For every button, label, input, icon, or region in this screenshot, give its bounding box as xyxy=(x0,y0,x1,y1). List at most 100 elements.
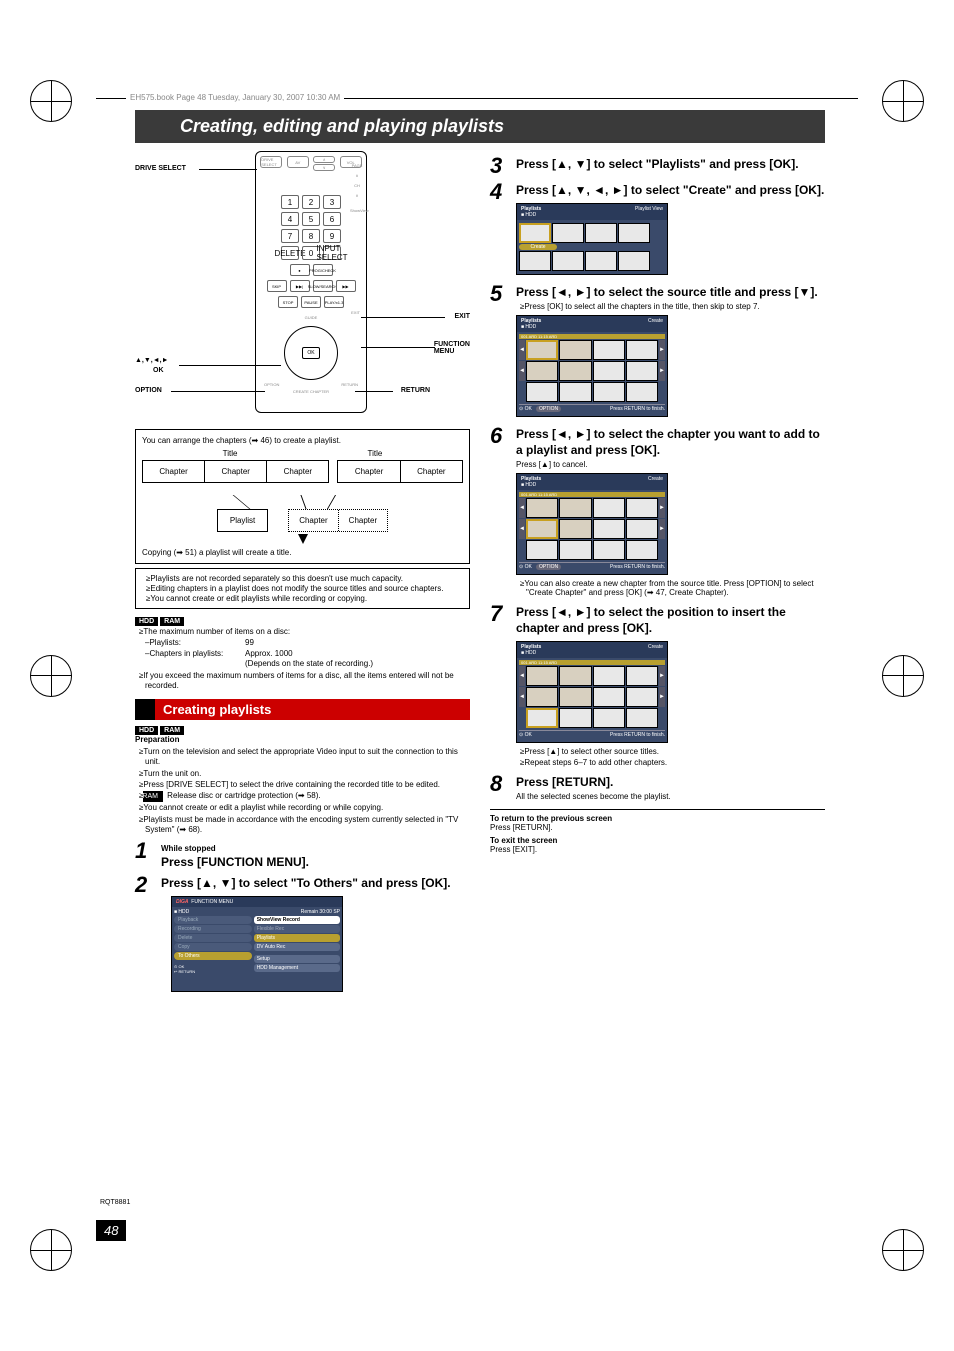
step6-heading: Press [◄, ►] to select the chapter you w… xyxy=(516,427,825,458)
step7-heading: Press [◄, ►] to select the position to i… xyxy=(516,605,825,636)
prep-heading: Preparation xyxy=(135,735,470,745)
playlist-view-screen: Playlists■ HDDPlaylist View Create xyxy=(516,203,668,275)
prep-item: ≥You cannot create or edit a playlist wh… xyxy=(135,803,470,813)
create-screen-3: Playlists■ HDDCreate 001 ARD 11:15 ARD ◄… xyxy=(516,641,668,743)
step-number: 5 xyxy=(490,283,510,422)
max-items-line: ≥The maximum number of items on a disc: xyxy=(135,627,470,637)
step1-pre: While stopped xyxy=(161,844,470,853)
header-text: EH575.book Page 48 Tuesday, January 30, … xyxy=(126,93,344,102)
step-number: 8 xyxy=(490,773,510,804)
crop-mark xyxy=(30,1229,72,1271)
option-small: OPTION xyxy=(264,382,279,387)
note: ≥You cannot create or edit playlists whi… xyxy=(142,594,463,603)
footer-box: To return to the previous screen Press [… xyxy=(490,809,825,854)
hdd-badge: HDD xyxy=(135,726,158,735)
search-rew: SLOW/SEARCH xyxy=(313,280,333,292)
step7-note1: ≥Press [▲] to select other source titles… xyxy=(516,747,825,756)
step3-heading: Press [▲, ▼] to select "Playlists" and p… xyxy=(516,157,825,173)
title-label-2: Title xyxy=(368,449,383,458)
delete-key: DELETE xyxy=(281,246,299,260)
remote-diagram: DRIVE SELECT AV ∧ ∨ VOL PAGE ∧ CH xyxy=(135,151,470,421)
step-number: 3 xyxy=(490,155,510,177)
dpad: OK xyxy=(284,326,338,380)
step6-pre: Press [▲] to cancel. xyxy=(516,460,825,469)
note: ≥Playlists are not recorded separately s… xyxy=(142,574,463,583)
footer-exit-h: To exit the screen xyxy=(490,836,825,845)
side-labels: PAGE ∧ CH ∨ ShowView xyxy=(350,158,364,218)
footer-prev: Press [RETURN]. xyxy=(490,823,825,832)
label-drive-select: DRIVE SELECT xyxy=(135,165,186,172)
page-number: 48 xyxy=(96,1220,126,1241)
create-chapter-small: CREATE CHAPTER xyxy=(256,389,366,394)
depends-note: (Depends on the state of recording.) xyxy=(135,659,470,669)
crop-mark xyxy=(882,1229,924,1271)
step-number: 4 xyxy=(490,181,510,279)
guide-label-small: GUIDE xyxy=(256,315,366,320)
label-ok: OK xyxy=(153,367,164,374)
return-small: RETURN xyxy=(341,382,358,387)
search-fwd: ▶▶ xyxy=(336,280,356,292)
function-menu-screen: DIGA FUNCTION MENU ■ HDD Playback Record… xyxy=(171,896,343,992)
crop-mark xyxy=(30,80,72,122)
step8-note: All the selected scenes become the playl… xyxy=(516,792,825,801)
hdd-badge: HDD xyxy=(135,617,158,626)
step6-note: ≥You can also create a new chapter from … xyxy=(516,579,825,597)
page-title: Creating, editing and playing playlists xyxy=(135,110,825,143)
prep-item: ≥Press [DRIVE SELECT] to select the driv… xyxy=(135,780,470,790)
copy-text: Copying (➡ 51) a playlist will create a … xyxy=(142,548,463,557)
step-number: 7 xyxy=(490,603,510,768)
drive-select-btn: DRIVE SELECT xyxy=(260,156,282,168)
step-number: 2 xyxy=(135,874,155,996)
diagram-intro: You can arrange the chapters (➡ 46) to c… xyxy=(142,436,463,445)
prep-item: ≥Turn the unit on. xyxy=(135,769,470,779)
create-screen-1: Playlists■ HDDCreate 001 ARD 11:15 ARD ◄… xyxy=(516,315,668,417)
ram-badge: RAM xyxy=(160,617,184,626)
av-btn: AV xyxy=(287,156,309,168)
play-btn: PLAY/x1.3 xyxy=(324,296,344,308)
label-option: OPTION xyxy=(135,387,162,394)
step-number: 6 xyxy=(490,425,510,599)
playlist-chapter: Chapter xyxy=(339,510,387,531)
playlist-label: Playlist xyxy=(217,509,268,532)
create-screen-2: Playlists■ HDDCreate 001 ARD 11:15 ARD ◄… xyxy=(516,473,668,575)
prep-item: ≥RAM Release disc or cartridge protectio… xyxy=(135,791,470,802)
label-return: RETURN xyxy=(401,387,430,394)
header-rule: EH575.book Page 48 Tuesday, January 30, … xyxy=(96,98,858,99)
footer-exit: Press [EXIT]. xyxy=(490,845,825,854)
step5-note: ≥Press [OK] to select all the chapters i… xyxy=(516,302,825,311)
title-label-1: Title xyxy=(223,449,238,458)
rec-btn: ● xyxy=(290,264,310,276)
label-arrows: ▲,▼,◄,► xyxy=(135,357,169,364)
exceed-note: ≥If you exceed the maximum numbers of it… xyxy=(135,671,470,692)
pause-btn: PAUSE xyxy=(301,296,321,308)
chapter-cell: Chapter xyxy=(338,461,400,482)
stop-btn: STOP xyxy=(278,296,298,308)
step8-heading: Press [RETURN]. xyxy=(516,775,825,791)
ok-btn: OK xyxy=(302,347,320,359)
footer-prev-h: To return to the previous screen xyxy=(490,814,825,823)
section-heading: Creating playlists xyxy=(135,699,470,720)
step4-heading: Press [▲, ▼, ◄, ►] to select "Create" an… xyxy=(516,183,825,199)
arrow-down-icon xyxy=(298,534,308,544)
chapter-cell: Chapter xyxy=(143,461,205,482)
prep-item: ≥Turn on the television and select the a… xyxy=(135,747,470,768)
step1-heading: Press [FUNCTION MENU]. xyxy=(161,855,470,871)
prog-btn: PROG/CHECK xyxy=(313,264,333,276)
chapter-cell: Chapter xyxy=(205,461,267,482)
rqt-code: RQT8881 xyxy=(100,1199,130,1206)
label-function-menu: FUNCTION MENU xyxy=(434,341,470,355)
step7-note2: ≥Repeat steps 6–7 to add other chapters. xyxy=(516,758,825,767)
chapter-cell: Chapter xyxy=(267,461,328,482)
crop-mark xyxy=(30,655,72,697)
crop-mark xyxy=(882,655,924,697)
step2-heading: Press [▲, ▼] to select "To Others" and p… xyxy=(161,876,470,892)
skip-prev: SKIP xyxy=(267,280,287,292)
ram-badge: RAM xyxy=(160,726,184,735)
skip-next: ▶▶| xyxy=(290,280,310,292)
label-exit: EXIT xyxy=(454,313,470,320)
prep-item: ≥Playlists must be made in accordance wi… xyxy=(135,815,470,836)
chapter-diagram: You can arrange the chapters (➡ 46) to c… xyxy=(135,429,470,564)
chapter-cell: Chapter xyxy=(401,461,462,482)
note: ≥Editing chapters in a playlist does not… xyxy=(142,584,463,593)
ch-up: ∧ xyxy=(313,156,335,163)
